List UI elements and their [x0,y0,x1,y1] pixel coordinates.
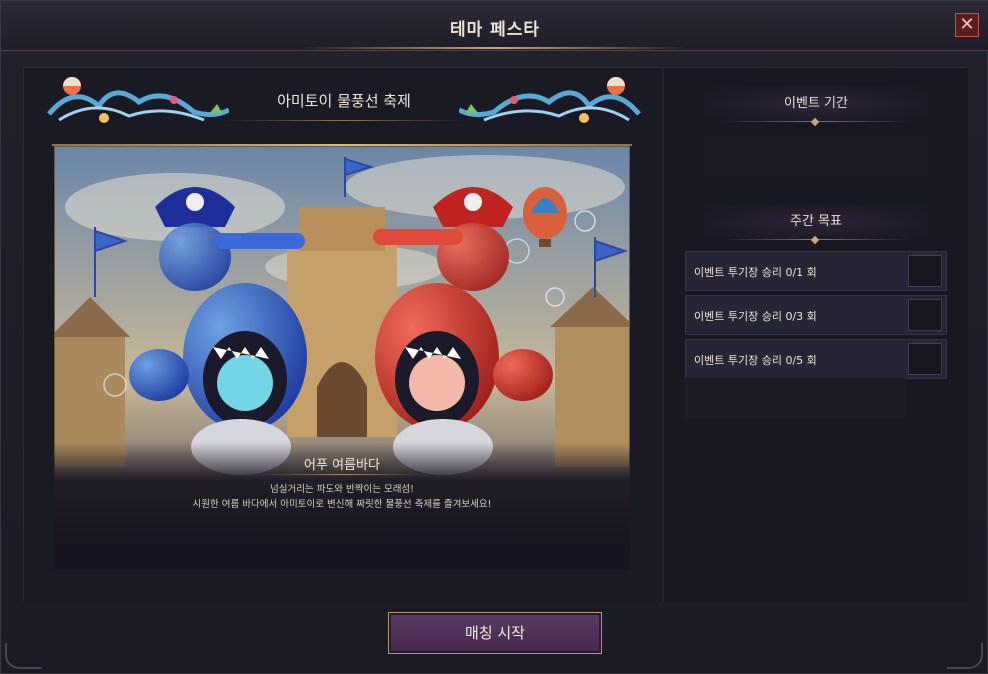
subtitle-divider [262,474,422,475]
diamond-icon [810,235,820,245]
weekly-goal-header: 주간 목표 [704,204,928,245]
title-ornament [301,47,689,49]
start-matching-button[interactable]: 매칭 시작 [388,612,602,654]
reward-slot[interactable] [908,255,942,287]
description-line: 넘실거리는 파도와 반짝이는 모래섬! [270,484,414,495]
goal-label: 이벤트 투기장 승리 0/1 회 [694,266,817,279]
reward-slot[interactable] [908,299,942,331]
goal-list-shadow [685,378,905,418]
close-button[interactable]: ✕ [955,13,979,37]
diamond-icon [810,117,820,127]
artwork-caption: 어푸 여름바다 넘실거리는 파도와 반짝이는 모래섬! 시원한 여름 바다에서 … [54,442,630,570]
goal-row: 이벤트 투기장 승리 0/1 회 [685,251,947,291]
event-description: 넘실거리는 파도와 반짝이는 모래섬! 시원한 여름 바다에서 아미토이로 변신… [54,482,630,512]
info-panel: 이벤트 기간 주간 목표 이벤트 투기장 승리 0/1 회 이벤트 투기장 승리… [664,68,968,602]
event-name: 아미토이 물풍선 축제 [277,92,411,110]
event-period-value [704,136,928,176]
close-icon: ✕ [959,14,975,35]
goal-row: 이벤트 투기장 승리 0/3 회 [685,295,947,335]
banner-divider [224,120,464,121]
event-period-title: 이벤트 기간 [784,96,848,111]
title-bar: 테마 페스타 ✕ [1,1,988,51]
corner-ornament-icon [947,643,983,669]
reward-slot[interactable] [908,343,942,375]
goal-row: 이벤트 투기장 승리 0/5 회 [685,339,947,379]
event-period-header: 이벤트 기간 [704,86,928,127]
description-line: 시원한 여름 바다에서 아미토이로 변신해 짜릿한 물풍선 축제를 즐겨보세요! [192,499,492,510]
weekly-goal-title: 주간 목표 [790,214,842,229]
corner-ornament-icon [5,643,41,669]
event-panel: 아미토이 물풍선 축제 어푸 여름바다 넘실거리는 파도와 반짝이는 모래섬! … [24,68,664,602]
event-subtitle: 어푸 여름바다 [304,458,380,473]
goal-label: 이벤트 투기장 승리 0/5 회 [694,354,817,367]
event-banner: 아미토이 물풍선 축제 [44,74,644,128]
goal-label: 이벤트 투기장 승리 0/3 회 [694,310,817,323]
main-panel: 아미토이 물풍선 축제 어푸 여름바다 넘실거리는 파도와 반짝이는 모래섬! … [23,67,968,602]
theme-festa-window: 테마 페스타 ✕ 아미토이 물풍선 축제 어푸 여름바다 넘실거리는 파도와 반… [0,0,988,674]
window-title: 테마 페스타 [449,20,541,40]
